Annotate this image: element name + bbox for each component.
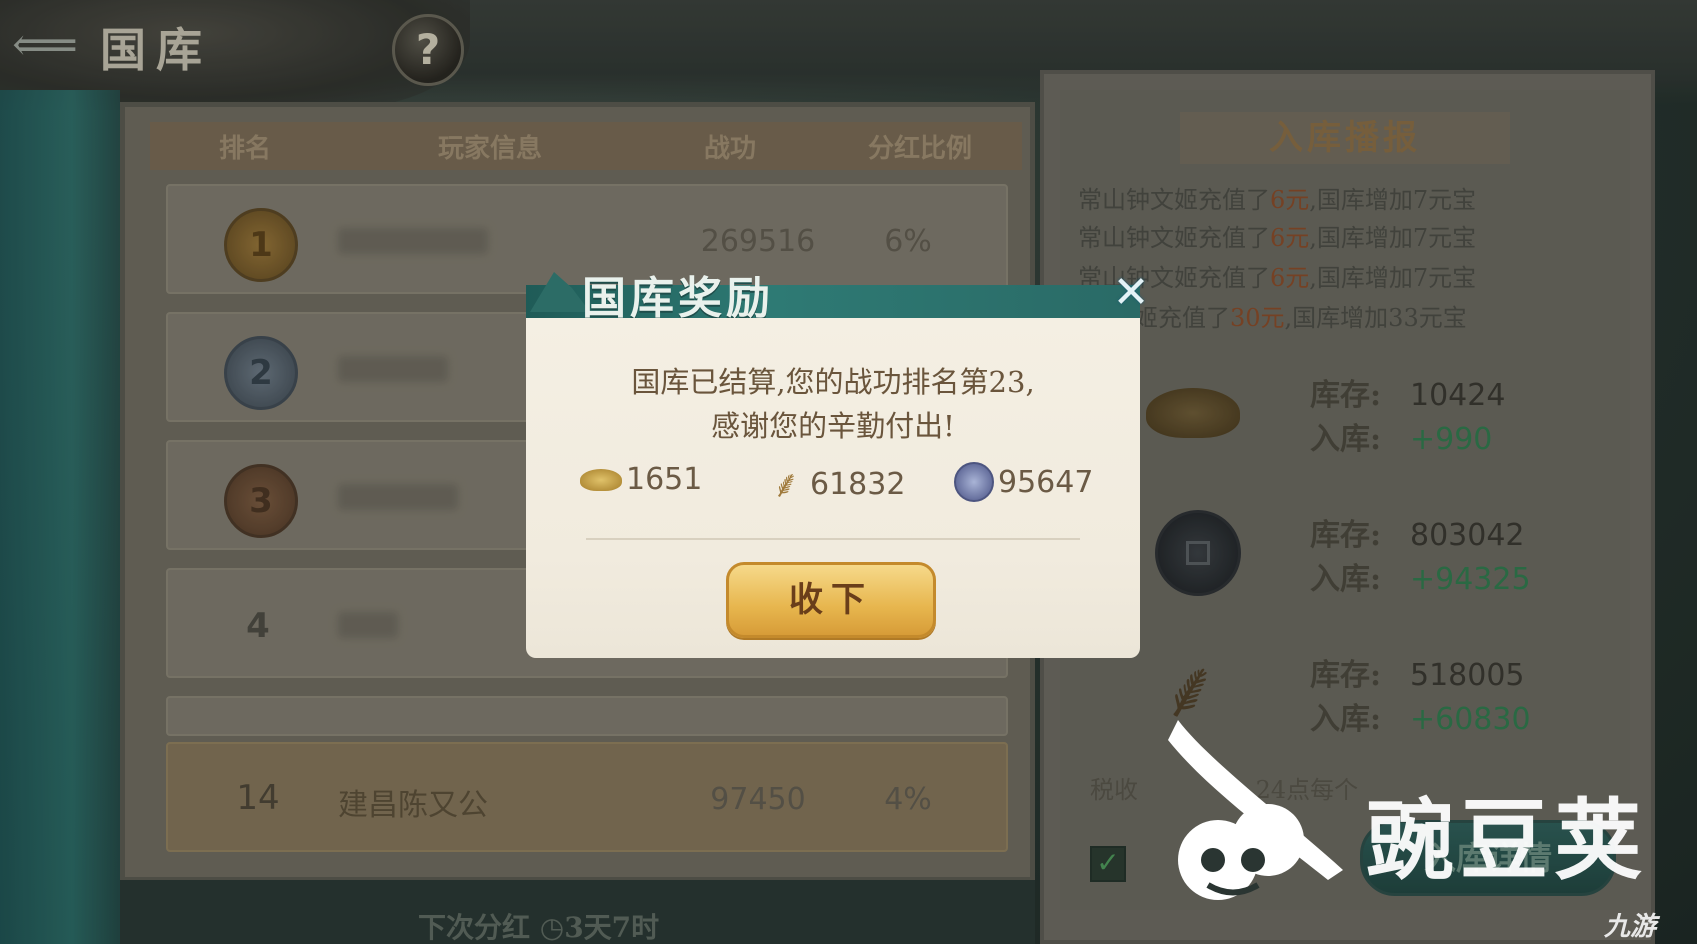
feather-icon: ⸙ [771, 462, 801, 506]
reward-item: 95647 [954, 462, 1093, 502]
watermark-corner: 九游 [1604, 912, 1657, 942]
modal-divider [586, 538, 1080, 540]
reward-item: 1651 [580, 462, 702, 497]
reward-list: 1651 ⸙ 61832 95647 [580, 462, 1100, 512]
reward-amount: 95647 [998, 464, 1094, 500]
reward-amount: 1651 [626, 462, 703, 497]
reward-amount: 61832 [810, 466, 906, 502]
close-icon[interactable]: ✕ [1110, 271, 1152, 315]
accept-button[interactable]: 收下 [726, 562, 936, 638]
modal-message-line2: 感谢您的辛勤付出! [711, 409, 955, 443]
watermark-brand: 豌豆荚 [1366, 789, 1649, 892]
gold-ingot-icon [580, 468, 622, 491]
modal-title: 国库奖励 [582, 273, 774, 324]
modal-message: 国库已结算,您的战功排名第23, 感谢您的辛勤付出! [526, 360, 1140, 448]
silver-coin-icon [954, 462, 994, 502]
game-scene: ⟸ 国库 ? 排名 玩家信息 战功 分红比例 1 269516 6% 2 3 4… [0, 0, 1697, 944]
reward-item: ⸙ 61832 [766, 462, 906, 506]
modal-message-line1: 国库已结算,您的战功排名第23, [631, 365, 1035, 399]
wandoujia-logo-icon [1168, 720, 1343, 900]
